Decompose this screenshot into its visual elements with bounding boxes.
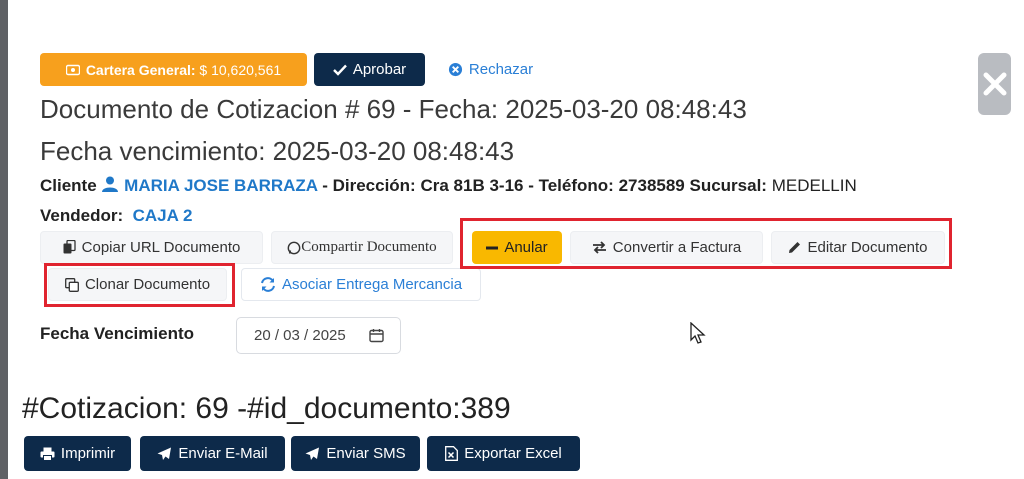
due-date-label: Fecha Vencimiento: [40, 324, 194, 343]
send-sms-button[interactable]: Enviar SMS: [291, 436, 420, 471]
reject-button[interactable]: Rechazar: [432, 53, 549, 86]
copy-url-button[interactable]: Copiar URL Documento: [40, 231, 263, 264]
share-label: Compartir Documento: [301, 239, 437, 255]
cliente-label: Cliente: [40, 176, 97, 195]
cliente-name[interactable]: MARIA JOSE BARRAZA: [124, 176, 317, 195]
email-label: Enviar E-Mail: [178, 445, 268, 462]
telefono-label: - Teléfono:: [528, 176, 614, 195]
sms-label: Enviar SMS: [326, 445, 406, 462]
paper-plane-icon: [157, 447, 172, 460]
approve-label: Aprobar: [352, 61, 407, 78]
sucursal-label: Sucursal:: [689, 176, 767, 195]
send-email-button[interactable]: Enviar E-Mail: [140, 436, 285, 471]
share-document-button[interactable]: Compartir Documento: [271, 231, 453, 264]
expiration-title: Fecha vencimiento: 2025-03-20 08:48:43: [40, 136, 515, 166]
direccion-label: - Dirección:: [322, 176, 416, 195]
telefono-value: 2738589: [618, 176, 685, 195]
copy-icon: [63, 240, 76, 254]
check-icon: [332, 64, 347, 76]
cartera-label: Cartera General:: [85, 61, 196, 78]
cartera-general-button[interactable]: Cartera General: $ 10,620,561: [40, 53, 307, 86]
document-title: Documento de Cotizacion # 69 - Fecha: 20…: [40, 94, 747, 124]
vendedor-label: Vendedor:: [40, 206, 124, 225]
excel-label: Exportar Excel: [464, 445, 562, 462]
user-icon: [102, 176, 119, 192]
vendedor-info: Vendedor: CAJA 2: [40, 206, 192, 226]
vendedor-value: CAJA 2: [132, 206, 193, 225]
highlight-actions-box: [460, 218, 952, 269]
mouse-cursor-icon: [690, 322, 706, 344]
reject-label: Rechazar: [468, 61, 534, 78]
money-icon: [65, 64, 80, 75]
sync-icon: [260, 277, 275, 292]
sucursal-value: MEDELLIN: [771, 176, 857, 195]
approve-button[interactable]: Aprobar: [314, 53, 425, 86]
due-date-input[interactable]: 20 / 03 / 2025: [236, 317, 401, 354]
due-date-value: 20 / 03 / 2025: [254, 327, 346, 344]
print-icon: [40, 447, 55, 461]
whatsapp-icon: [287, 241, 301, 254]
excel-file-icon: [445, 446, 459, 461]
paper-plane-icon: [305, 447, 320, 460]
asociar-entrega-button[interactable]: Asociar Entrega Mercancia: [241, 268, 481, 301]
calendar-icon[interactable]: [369, 328, 384, 343]
document-modal: Cartera General: $ 10,620,561 Aprobar Re…: [8, 0, 1024, 479]
close-icon: [983, 72, 1006, 96]
copy-url-label: Copiar URL Documento: [81, 239, 241, 256]
times-circle-icon: [448, 62, 462, 77]
print-label: Imprimir: [60, 445, 116, 462]
direccion-value: Cra 81B 3-16: [420, 176, 524, 195]
print-button[interactable]: Imprimir: [24, 436, 131, 471]
client-info: Cliente MARIA JOSE BARRAZA - Dirección: …: [40, 175, 857, 196]
asociar-label: Asociar Entrega Mercancia: [281, 276, 463, 293]
export-excel-button[interactable]: Exportar Excel: [427, 436, 580, 471]
highlight-clone-box: [44, 263, 235, 307]
cotizacion-id-title: #Cotizacion: 69 -#id_documento:389: [22, 392, 511, 425]
close-button[interactable]: [978, 53, 1011, 115]
cartera-value: $ 10,620,561: [199, 61, 282, 78]
